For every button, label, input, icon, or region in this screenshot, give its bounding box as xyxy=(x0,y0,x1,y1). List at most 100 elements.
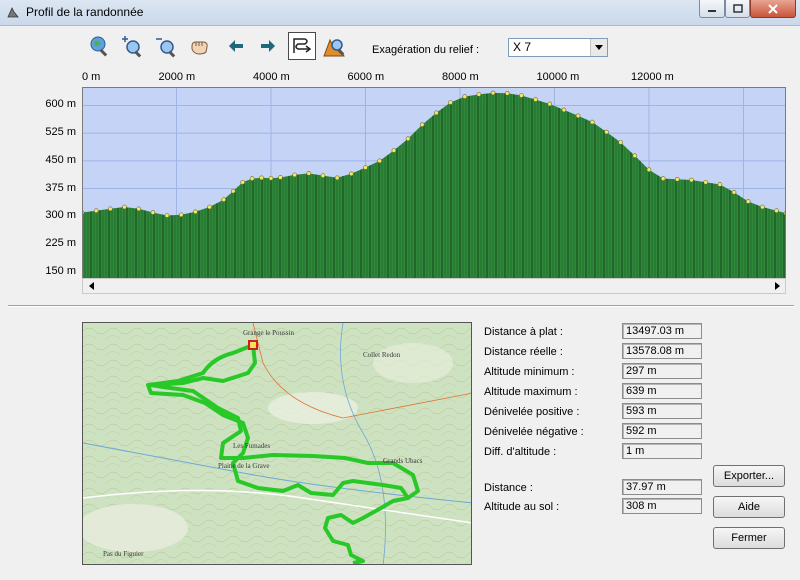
elevation-point xyxy=(660,176,666,181)
elevation-point xyxy=(320,173,326,178)
stat-value: 13497.03 m xyxy=(622,323,702,339)
elevation-point xyxy=(646,167,652,173)
elevation-point xyxy=(391,148,397,153)
scroll-right-icon xyxy=(774,282,780,290)
stat-label: Altitude maximum : xyxy=(484,386,578,398)
stat-value: 639 m xyxy=(622,383,702,399)
elevation-point xyxy=(717,182,723,187)
close-button[interactable]: Fermer xyxy=(713,527,785,549)
elevation-point xyxy=(278,175,283,180)
y-tick-label: 300 m xyxy=(45,209,76,222)
hiker-app-icon xyxy=(7,7,19,18)
title-bar: Profil de la randonnée xyxy=(0,0,800,26)
globe-search-button[interactable] xyxy=(86,32,114,60)
help-button[interactable]: Aide xyxy=(713,496,785,518)
trail-map[interactable]: Grange le Poussin Collet Redon Les Fumad… xyxy=(82,322,472,565)
maximize-button[interactable] xyxy=(725,0,750,18)
elevation-point xyxy=(448,100,453,105)
elevation-point xyxy=(240,179,245,185)
topographic-map: Grange le Poussin Collet Redon Les Fumad… xyxy=(83,323,471,564)
elevation-point xyxy=(405,136,411,141)
zoom-in-button[interactable] xyxy=(118,32,146,60)
map-label: Collet Redon xyxy=(363,351,401,359)
x-tick-label: 0 m xyxy=(82,71,101,83)
elevation-point xyxy=(292,172,297,178)
map-label: Grands Ubacs xyxy=(383,457,423,465)
chevron-down-icon xyxy=(595,45,603,50)
elevation-point xyxy=(434,110,439,116)
elevation-point xyxy=(504,90,510,96)
elevation-point xyxy=(193,209,198,215)
elevation-point xyxy=(150,210,156,215)
close-window-button[interactable] xyxy=(750,0,796,18)
scroll-left-icon xyxy=(88,282,94,290)
globe-search-icon xyxy=(90,36,108,57)
dropdown-arrow[interactable] xyxy=(590,39,607,56)
route-profile-button[interactable] xyxy=(288,32,316,60)
scroll-left-button[interactable] xyxy=(83,279,99,293)
minimize-button[interactable] xyxy=(699,0,725,18)
elevation-point xyxy=(178,212,184,218)
y-tick-label: 150 m xyxy=(45,264,76,277)
elevation-profile-chart[interactable] xyxy=(82,87,786,279)
y-tick-label: 600 m xyxy=(45,98,76,111)
pan-button[interactable] xyxy=(186,32,214,60)
y-tick-label: 375 m xyxy=(45,181,76,194)
scroll-right-button[interactable] xyxy=(769,279,785,293)
x-tick-label: 6000 m xyxy=(347,71,385,83)
elevation-point xyxy=(306,171,312,176)
map-label: Pas du Figuier xyxy=(103,550,144,558)
elevation-point xyxy=(230,188,236,194)
y-tick-label: 450 m xyxy=(45,153,76,166)
section-divider xyxy=(8,305,794,307)
stat-value: 297 m xyxy=(622,363,702,379)
stat-label: Altitude minimum : xyxy=(484,366,575,378)
maximize-icon xyxy=(732,4,743,13)
y-tick-label: 525 m xyxy=(45,126,76,139)
elevation-point xyxy=(93,208,99,213)
zoom-out-button[interactable] xyxy=(152,32,180,60)
elevation-point xyxy=(377,158,382,164)
hiker-search-button[interactable] xyxy=(320,32,348,60)
x-tick-label: 2000 m xyxy=(158,71,196,83)
elevation-point xyxy=(334,175,340,181)
elevation-point xyxy=(618,140,623,145)
map-label: Les Fumades xyxy=(233,442,270,450)
elevation-point xyxy=(760,204,765,210)
x-tick-label: 12000 m xyxy=(630,71,674,83)
elevation-point xyxy=(363,165,368,170)
elevation-point xyxy=(268,175,274,181)
elevation-point xyxy=(533,97,538,102)
stat-label: Distance réelle : xyxy=(484,346,563,358)
elevation-point xyxy=(221,197,227,202)
elevation-point xyxy=(519,93,524,98)
elevation-point xyxy=(259,175,264,181)
x-tick-label: 10000 m xyxy=(536,71,580,83)
relief-exaggeration-select[interactable]: X 7 xyxy=(508,38,608,57)
elevation-point xyxy=(575,113,581,119)
previous-button[interactable] xyxy=(222,32,250,60)
elevation-point xyxy=(490,90,496,96)
export-button[interactable]: Exporter... xyxy=(713,465,785,487)
zoom-in-icon xyxy=(122,36,142,58)
elevation-point xyxy=(108,206,113,212)
elevation-point xyxy=(589,119,595,125)
elevation-point xyxy=(561,107,567,113)
stat-value: 1 m xyxy=(622,443,702,459)
elevation-point xyxy=(632,153,638,158)
stat-label: Diff. d'altitude : xyxy=(484,446,557,458)
next-button[interactable] xyxy=(254,32,282,60)
elevation-point xyxy=(462,94,468,99)
minimize-icon xyxy=(708,9,716,12)
cursor-distance-label: Distance : xyxy=(484,482,533,494)
elevation-point xyxy=(547,101,553,107)
hiker-search-icon xyxy=(323,38,345,57)
y-tick-label: 225 m xyxy=(45,236,76,249)
elevation-point xyxy=(136,206,141,212)
elevation-point xyxy=(675,177,680,182)
elevation-point xyxy=(745,199,751,204)
profile-scrollbar[interactable] xyxy=(82,278,786,294)
stat-label: Dénivelée positive : xyxy=(484,406,580,418)
elevation-point xyxy=(207,204,212,210)
window-title: Profil de la randonnée xyxy=(26,5,144,19)
